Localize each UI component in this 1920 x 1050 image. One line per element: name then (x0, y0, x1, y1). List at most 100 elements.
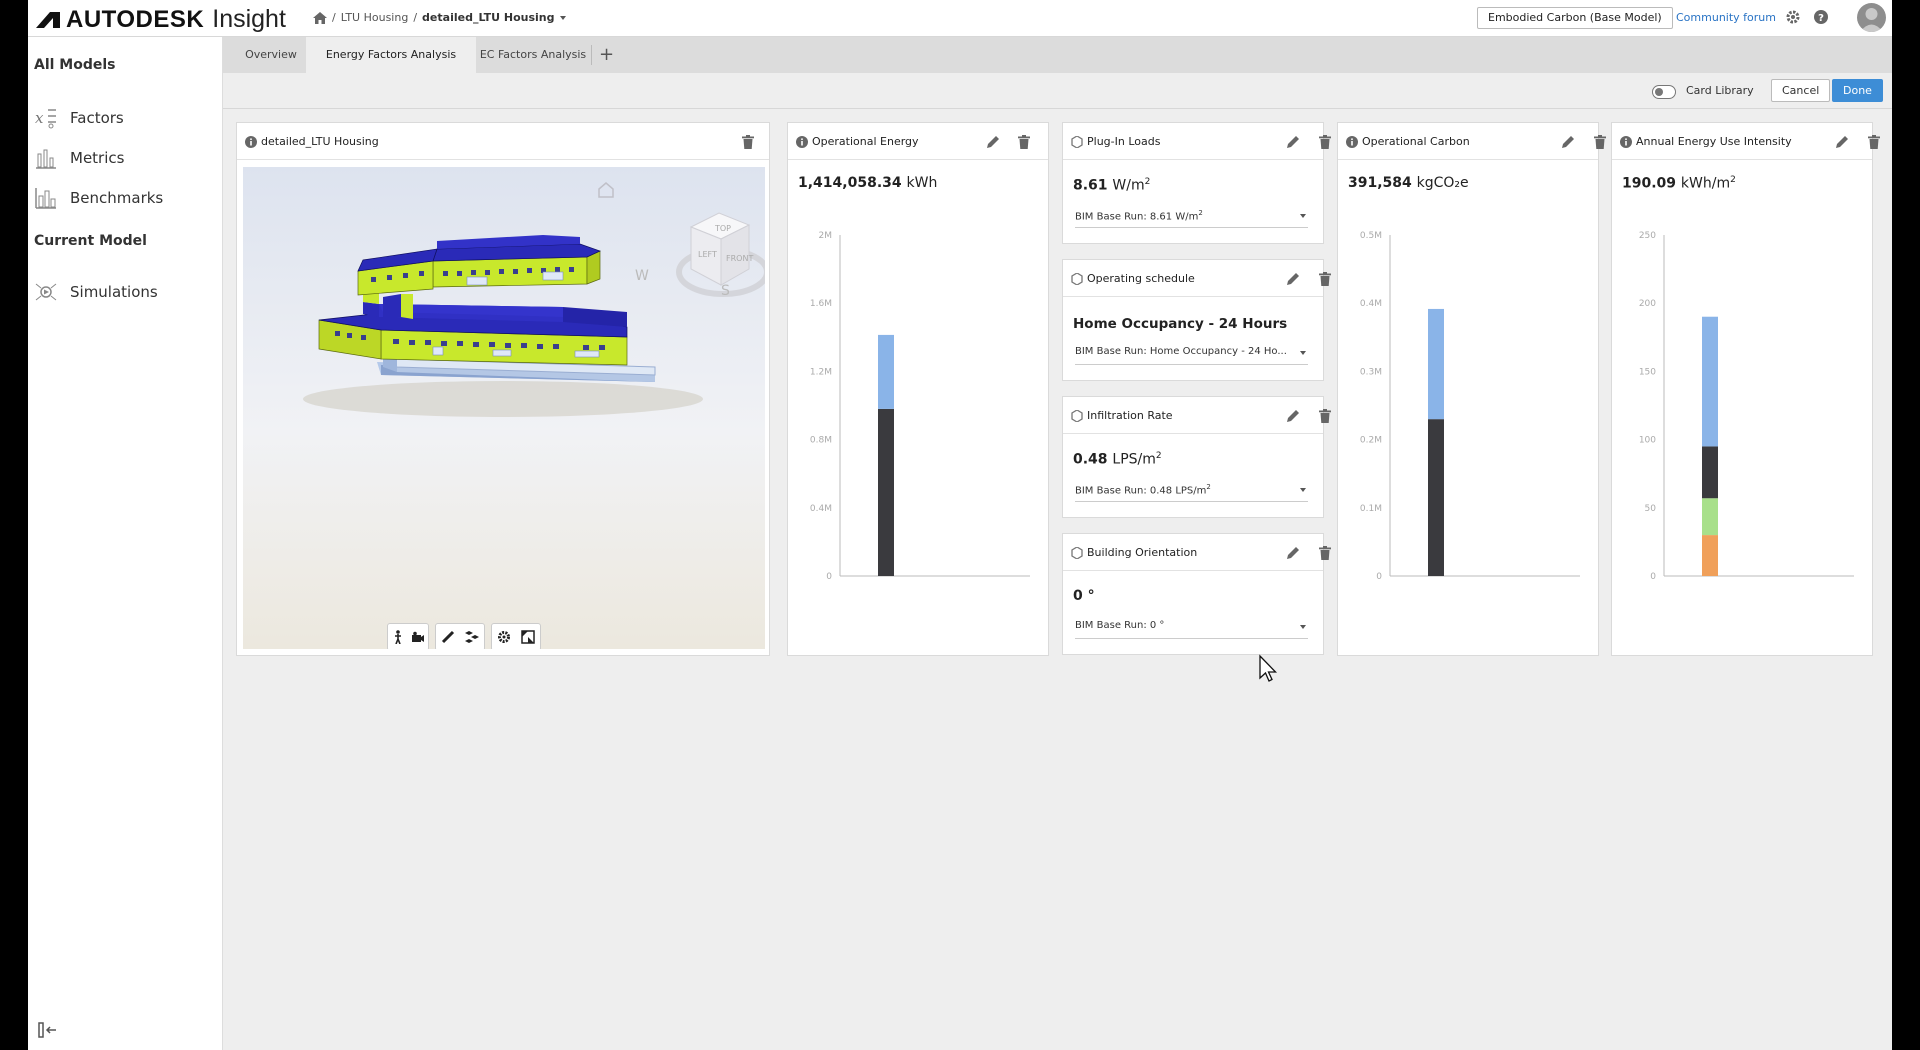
breadcrumb: / LTU Housing / detailed_LTU Housing (313, 11, 566, 24)
measure-icon[interactable] (436, 625, 460, 649)
svg-text:S: S (721, 283, 730, 299)
analysis-tabs: Overview Energy Factors Analysis EC Fact… (223, 37, 1892, 73)
explode-icon[interactable] (460, 625, 484, 649)
pencil-icon[interactable] (986, 135, 1000, 149)
user-avatar[interactable] (1857, 3, 1886, 32)
sidebar-item-factors[interactable]: x Factors (34, 106, 124, 130)
bar-segment (1702, 498, 1718, 536)
breadcrumb-model[interactable]: detailed_LTU Housing (422, 11, 554, 24)
plug-in-loads-dropdown[interactable]: BIM Base Run: 8.61 W/m2 (1075, 209, 1308, 228)
annual-eui-chart: 0 50 100 150 200 250 (1639, 231, 1854, 582)
tab-overview[interactable]: Overview (237, 37, 305, 73)
camera-icon[interactable] (408, 625, 428, 649)
bar-segment (1428, 308, 1444, 420)
add-tab-icon[interactable]: + (599, 44, 614, 65)
simulations-icon (35, 283, 57, 301)
building-3d-model: W S TOP LEFT FRONT (303, 182, 765, 417)
card-library-toggle[interactable] (1652, 85, 1676, 99)
operating-schedule-dropdown[interactable]: BIM Base Run: Home Occupancy - 24 Ho... (1075, 346, 1308, 365)
pencil-icon[interactable] (1835, 135, 1849, 149)
community-forum-link[interactable]: Community forum (1676, 11, 1776, 24)
value-unit-exponent: 2 (1155, 451, 1162, 461)
tab-energy-factors-analysis[interactable]: Energy Factors Analysis (306, 37, 476, 73)
trash-icon[interactable] (1319, 546, 1331, 560)
product-name: Insight (212, 5, 286, 33)
bar-segment (878, 334, 894, 409)
dropdown-text: BIM Base Run: 8.61 W/m2 (1075, 209, 1292, 222)
value-number: 0.48 (1073, 451, 1108, 468)
card-header: Plug-In Loads (1063, 123, 1331, 160)
pencil-icon[interactable] (1561, 135, 1575, 149)
tab-divider (591, 45, 592, 65)
autodesk-logo[interactable]: AUTODESK Insight (36, 5, 286, 34)
factors-icon: x (35, 109, 56, 129)
card-header: Operational Carbon (1338, 123, 1606, 160)
dropdown-text: BIM Base Run: 0.48 LPS/m2 (1075, 483, 1292, 496)
breadcrumb-project[interactable]: LTU Housing (341, 11, 409, 24)
trash-icon[interactable] (1319, 272, 1331, 286)
operational-energy-chart: 0 0.4M 0.8M 1.2M 1.6M 2M (810, 231, 1030, 582)
svg-text:TOP: TOP (714, 224, 731, 233)
value-unit: W/m (1112, 177, 1145, 194)
sidebar-item-benchmarks[interactable]: Benchmarks (34, 186, 163, 210)
y-tick-label: 1.6M (810, 299, 832, 309)
collapse-sidebar-icon[interactable] (38, 1022, 58, 1038)
gear-icon[interactable] (1785, 9, 1801, 25)
value-unit: LPS/m (1112, 451, 1156, 468)
metrics-icon (36, 149, 56, 169)
infiltration-rate-dropdown[interactable]: BIM Base Run: 0.48 LPS/m2 (1075, 483, 1308, 502)
metric-value: 391,584 kgCO₂e (1348, 175, 1469, 191)
pencil-icon[interactable] (1286, 135, 1300, 149)
info-icon[interactable] (245, 136, 257, 148)
trash-icon[interactable] (1868, 135, 1880, 149)
bar-segment (1702, 316, 1718, 447)
current-model-heading: Current Model (34, 233, 147, 249)
walk-tools-group (387, 623, 429, 649)
value-number: 1,414,058.34 (798, 175, 902, 191)
chevron-down-icon (1300, 351, 1306, 355)
pencil-icon[interactable] (1286, 546, 1300, 560)
card-library-label: Card Library (1686, 84, 1754, 97)
chevron-down-icon (1300, 488, 1306, 492)
card-header: detailed_LTU Housing (237, 123, 769, 160)
viewer-settings-icon[interactable] (492, 625, 516, 649)
all-models-heading: All Models (34, 57, 116, 73)
card-title: Operating schedule (1087, 272, 1195, 285)
model-selector-button[interactable]: Embodied Carbon (Base Model) (1477, 7, 1673, 29)
info-icon[interactable] (1346, 136, 1358, 148)
trash-icon[interactable] (742, 135, 754, 149)
y-tick-label: 0 (1650, 572, 1656, 582)
pencil-icon[interactable] (1286, 272, 1300, 286)
dropdown-value: BIM Base Run: 8.61 W/m (1075, 211, 1199, 223)
bar-segment (1702, 446, 1718, 499)
cancel-button[interactable]: Cancel (1771, 79, 1831, 102)
trash-icon[interactable] (1594, 135, 1606, 149)
factor-hexagon-icon (1071, 136, 1083, 148)
info-icon[interactable] (1620, 136, 1632, 148)
trash-icon[interactable] (1319, 409, 1331, 423)
card-header: Annual Energy Use Intensity (1612, 123, 1880, 160)
info-icon[interactable] (796, 136, 808, 148)
sidebar-item-metrics[interactable]: Metrics (34, 146, 124, 170)
done-button[interactable]: Done (1832, 79, 1883, 102)
building-orientation-dropdown[interactable]: BIM Base Run: 0 ° (1075, 620, 1308, 639)
sidebar-item-label: Simulations (70, 283, 158, 301)
pencil-icon[interactable] (1286, 409, 1300, 423)
3d-model-viewer[interactable]: W S TOP LEFT FRONT (243, 167, 765, 649)
chevron-down-icon (1300, 214, 1306, 218)
home-icon[interactable] (313, 11, 327, 24)
sidebar-item-simulations[interactable]: Simulations (34, 280, 158, 304)
y-tick-label: 200 (1639, 299, 1656, 309)
y-tick-label: 250 (1639, 231, 1656, 241)
chevron-down-icon[interactable] (559, 15, 566, 20)
help-icon[interactable]: ? (1813, 9, 1829, 25)
tab-ec-factors-analysis[interactable]: EC Factors Analysis (477, 37, 589, 73)
dropdown-value: BIM Base Run: 0 ° (1075, 620, 1165, 631)
factor-hexagon-icon (1071, 410, 1083, 422)
walk-icon[interactable] (388, 625, 408, 649)
trash-icon[interactable] (1319, 135, 1331, 149)
infiltration-rate-card: Infiltration Rate 0.48 LPS/m2 BIM Base R… (1062, 396, 1331, 518)
fullscreen-icon[interactable] (516, 625, 540, 649)
trash-icon[interactable] (1018, 135, 1030, 149)
annual-eui-card: Annual Energy Use Intensity 190.09 kWh/m… (1611, 122, 1880, 656)
